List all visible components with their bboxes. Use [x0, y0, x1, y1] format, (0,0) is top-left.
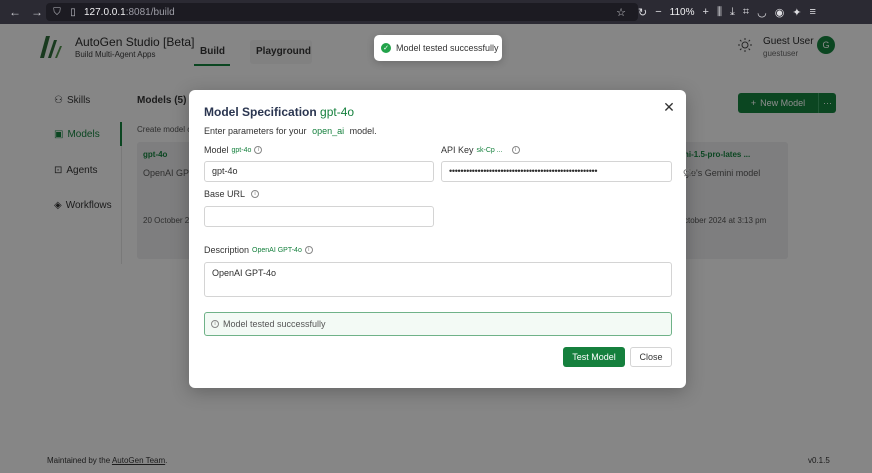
test-status-alert: i Model tested successfully	[204, 312, 672, 336]
description-label: Description	[204, 245, 250, 255]
description-field-label: Description OpenAI GPT-4o i	[204, 245, 313, 255]
pocket-icon[interactable]: ◡	[757, 6, 767, 19]
intro-suffix: model.	[349, 126, 377, 136]
browser-nav: ← →	[0, 5, 43, 19]
dialog-title-model: gpt-4o	[320, 105, 355, 119]
forward-arrow-icon[interactable]: →	[31, 5, 43, 19]
zoom-out-icon[interactable]: −	[655, 6, 661, 18]
dialog-title: Model Specification gpt-4o	[204, 105, 354, 119]
api-key-label: API Key	[441, 145, 474, 155]
base-url-input[interactable]	[204, 206, 434, 227]
model-label-sub: gpt-4o	[231, 146, 252, 154]
info-icon[interactable]: i	[251, 190, 260, 198]
description-textarea[interactable]: OpenAI GPT-4o	[204, 262, 672, 297]
info-icon[interactable]: i	[511, 146, 520, 154]
eye-slash-icon[interactable]	[683, 167, 695, 177]
shield-icon[interactable]: ⛉	[52, 7, 62, 18]
test-model-button[interactable]: Test Model	[563, 347, 625, 367]
bookmark-star-icon[interactable]: ☆	[616, 6, 626, 19]
toast-message: Model tested successfully	[396, 43, 499, 53]
url-path: :8081/build	[125, 6, 175, 18]
zoom-level[interactable]: 110%	[670, 7, 695, 18]
browser-right-toolbar: ↻ − 110% + ⫼ ⤓ ⌗ ◡ ◉ ✦ ≡	[638, 0, 816, 24]
model-spec-dialog: Model Specification gpt-4o ✕ Enter param…	[189, 90, 695, 388]
browser-toolbar: ← → ⛉ ▯ 127.0.0.1:8081/build ☆ ↻ − 110% …	[0, 0, 872, 24]
screenshot-icon[interactable]: ⌗	[743, 6, 749, 19]
api-key-field-label: API Key sk-Cp ... i	[441, 145, 520, 155]
zoom-in-icon[interactable]: +	[703, 6, 709, 18]
check-circle-icon: ✓	[381, 43, 391, 53]
close-button[interactable]: Close	[630, 347, 672, 367]
dialog-title-text: Model Specification	[204, 105, 317, 119]
account-icon[interactable]: ◉	[775, 6, 785, 19]
intro-model-type: open_ai	[312, 126, 345, 136]
back-arrow-icon[interactable]: ←	[9, 5, 21, 19]
model-input[interactable]: gpt-4o	[204, 161, 434, 182]
base-url-field-label: Base URL i	[204, 189, 260, 199]
description-label-sub: OpenAI GPT-4o	[252, 246, 302, 254]
model-field-label: Model gpt-4o i	[204, 145, 263, 155]
test-status-text: Model tested successfully	[223, 319, 326, 329]
model-label: Model	[204, 145, 229, 155]
intro-prefix: Enter parameters for your	[204, 126, 307, 136]
info-icon: i	[211, 320, 219, 328]
page-icon[interactable]: ▯	[68, 7, 78, 18]
base-url-label: Base URL	[204, 189, 246, 199]
download-icon[interactable]: ⤓	[730, 6, 735, 19]
dialog-intro: Enter parameters for your open_ai model.	[204, 126, 377, 136]
reload-icon[interactable]: ↻	[638, 6, 647, 19]
close-icon[interactable]: ✕	[662, 100, 676, 114]
url-host: 127.0.0.1	[84, 6, 126, 18]
info-icon[interactable]: i	[304, 246, 313, 254]
extensions-icon[interactable]: ✦	[792, 6, 801, 19]
menu-icon[interactable]: ≡	[810, 6, 816, 18]
library-icon[interactable]: ⫼	[717, 6, 722, 19]
api-key-label-sub: sk-Cp ...	[476, 146, 503, 154]
api-key-input[interactable]: ••••••••••••••••••••••••••••••••••••••••…	[441, 161, 672, 182]
address-bar[interactable]: ⛉ ▯ 127.0.0.1:8081/build ☆	[46, 3, 638, 21]
success-toast: ✓ Model tested successfully	[374, 35, 502, 61]
info-icon[interactable]: i	[254, 146, 263, 154]
